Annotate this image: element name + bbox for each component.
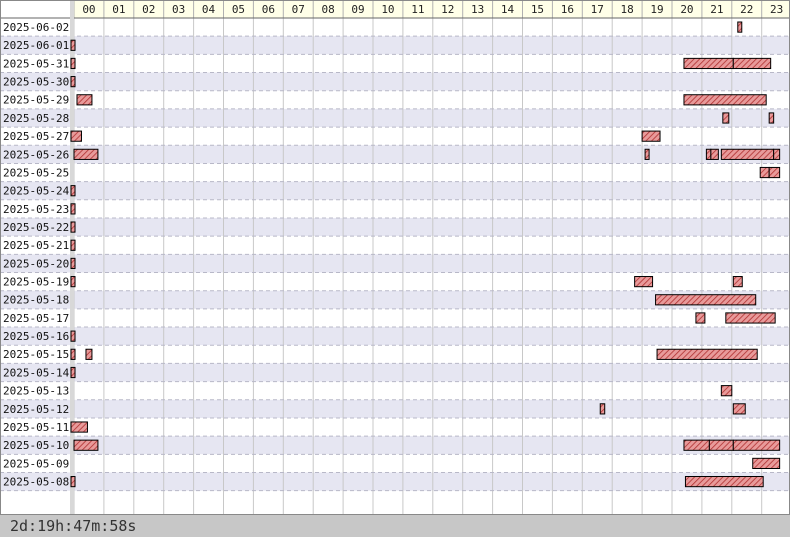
usage-bar [70,476,76,488]
usage-bar [683,94,767,106]
usage-bar [759,166,770,179]
usage-bar [684,476,764,488]
usage-bar [695,312,706,324]
usage-bar [732,439,781,451]
hour-tick-label: 04 [202,3,216,16]
hour-tick-label: 03 [172,3,185,16]
hour-tick-label: 23 [770,3,783,16]
usage-bar [73,439,99,451]
usage-bar [644,148,650,160]
usage-bar [720,148,775,160]
hour-tick-label: 17 [591,3,604,16]
usage-bar [705,148,712,160]
usage-bar [70,130,82,142]
hour-tick-label: 08 [322,3,335,16]
date-label: 2025-06-01 [3,39,69,52]
date-label: 2025-05-16 [3,330,69,343]
hour-tick-label: 05 [232,3,245,16]
date-label: 2025-05-19 [3,276,69,289]
usage-bar [710,148,719,160]
date-label: 2025-05-12 [3,403,69,416]
date-label: 2025-06-02 [3,21,69,34]
usage-bar [76,94,93,106]
hour-tick-label: 02 [142,3,155,16]
date-label: 2025-05-24 [3,185,70,198]
usage-bar [70,203,76,215]
date-label: 2025-05-28 [3,112,69,125]
date-label: 2025-05-22 [3,221,69,234]
hour-tick-label: 01 [112,3,125,16]
usage-bar [656,348,758,360]
date-label: 2025-05-25 [3,166,69,179]
hour-tick-label: 14 [501,3,515,16]
hour-tick-label: 06 [262,3,275,16]
gantt-chart: 00 01 02 03 04 05 06 07 08 09 10 11 12 13 14 15 16 17 18 19… [0,0,790,515]
usage-bar [70,421,88,433]
usage-bar [70,239,76,251]
usage-bar [70,39,76,51]
hour-tick-label: 07 [292,3,305,16]
date-label: 2025-05-26 [3,148,69,161]
date-label: 2025-05-23 [3,203,69,216]
date-label: 2025-05-31 [3,57,69,70]
hour-tick-label: 20 [680,3,693,16]
date-label: 2025-05-27 [3,130,69,143]
usage-bar [732,276,743,288]
usage-bar [732,403,746,415]
hour-tick-label: 15 [531,3,544,16]
usage-bar [70,330,76,342]
date-label: 2025-05-30 [3,76,69,89]
hour-tick-label: 16 [561,3,574,16]
date-label: 2025-05-08 [3,476,69,489]
usage-bar [683,57,734,70]
hour-tick-label: 21 [710,3,723,16]
date-label: 2025-05-21 [3,239,69,252]
usage-bar [70,221,76,233]
usage-bar [634,276,654,288]
hour-tick-label: 00 [82,3,95,16]
usage-bar [655,294,757,306]
usage-bar [732,57,772,70]
usage-bar [773,148,781,160]
usage-bar [725,312,776,324]
date-label: 2025-05-18 [3,294,69,307]
usage-bar [708,439,734,451]
usage-bar [70,185,76,197]
usage-bar [641,130,661,142]
date-label: 2025-05-11 [3,421,69,434]
hour-tick-label: 13 [471,3,484,16]
usage-bar [722,112,730,124]
usage-bar [73,148,99,160]
usage-bar [768,166,781,179]
usage-bar [737,21,743,33]
usage-bar [70,257,76,270]
hour-tick-label: 12 [441,3,454,16]
date-label: 2025-05-17 [3,312,69,325]
date-label: 2025-05-10 [3,439,69,452]
hour-tick-label: 18 [621,3,634,16]
hour-tick-label: 09 [351,3,364,16]
hour-tick-label: 22 [740,3,753,16]
hour-tick-label: 19 [650,3,663,16]
date-label: 2025-05-20 [3,257,69,270]
usage-bar [752,457,781,470]
hour-tick-label: 11 [411,3,424,16]
usage-bar [85,348,93,360]
usage-bar [70,76,76,88]
usage-bar [768,112,775,124]
date-label: 2025-05-13 [3,385,69,398]
usage-bar [599,403,606,415]
date-label: 2025-05-14 [3,366,70,379]
date-label: 2025-05-15 [3,348,69,361]
date-label: 2025-05-29 [3,94,69,107]
usage-bar [70,276,76,288]
usage-bar [70,366,76,379]
usage-bar [70,57,76,70]
hour-tick-label: 10 [381,3,394,16]
usage-bar [683,439,710,451]
usage-bar [70,348,76,360]
usage-bar [720,385,733,397]
total-time-footer: 2d:19h:47m:58s [0,515,790,537]
date-label: 2025-05-09 [3,457,69,470]
